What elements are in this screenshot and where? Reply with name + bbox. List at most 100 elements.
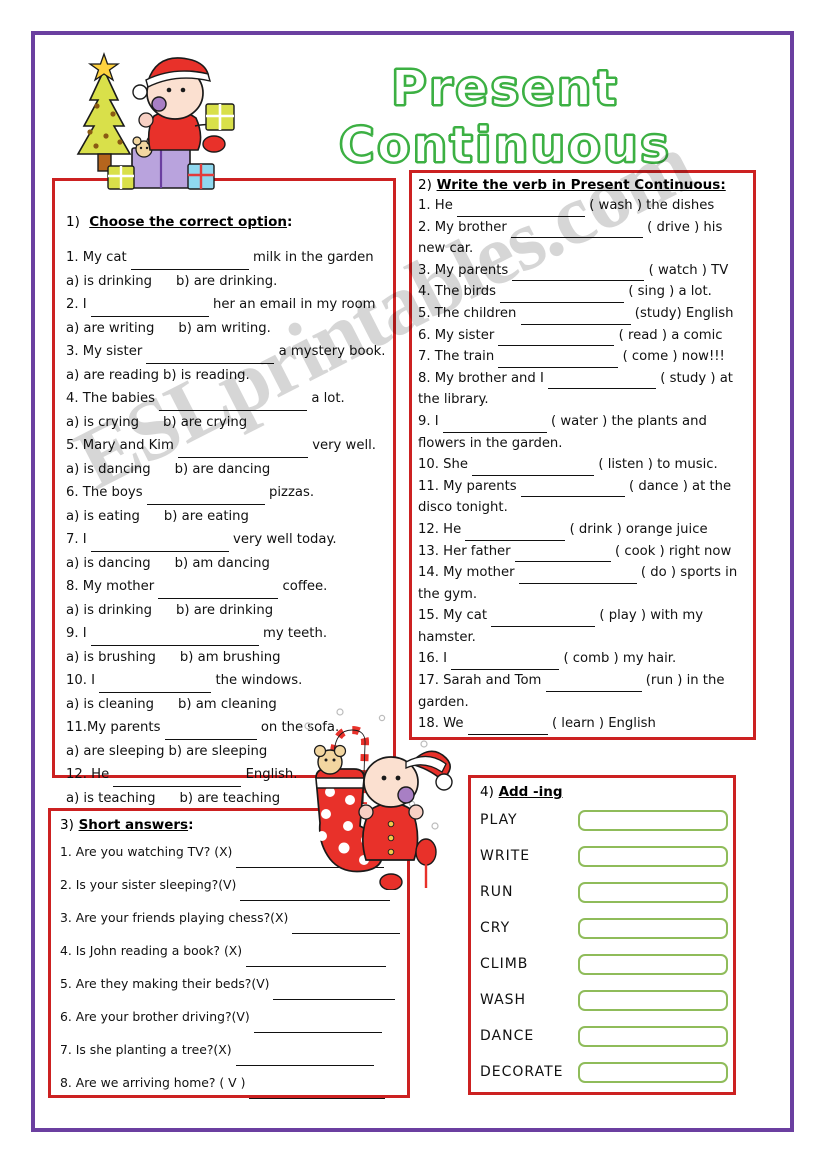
option-a[interactable]: a) are sleeping bbox=[66, 744, 164, 759]
option-b[interactable]: b) are sleeping bbox=[168, 744, 267, 759]
answer-blank[interactable] bbox=[146, 350, 275, 364]
exercise1-question: 5. Mary and Kim very well. bbox=[66, 434, 384, 458]
exercise1-options: a) is crying b) are crying bbox=[66, 411, 384, 435]
question-prefix: 11.My parents bbox=[66, 720, 165, 735]
exercise1-options: a) is dancing b) am dancing bbox=[66, 552, 384, 576]
exercise4-row: DECORATE bbox=[480, 1054, 728, 1090]
exercise3-heading-text: Short answers bbox=[78, 817, 189, 833]
exercise2-question: 4. The birds ( sing ) a lot. bbox=[418, 281, 750, 303]
option-b[interactable]: b) am writing. bbox=[178, 321, 270, 336]
verb-label: WASH bbox=[480, 992, 527, 1008]
verb-hint: ( sing ) a lot. bbox=[624, 284, 712, 300]
answer-blank[interactable] bbox=[520, 311, 631, 325]
answer-blank[interactable] bbox=[246, 954, 387, 967]
answer-blank[interactable] bbox=[467, 721, 548, 735]
answer-blank[interactable] bbox=[249, 1086, 386, 1099]
option-b[interactable]: b) are drinking bbox=[176, 603, 273, 618]
answer-blank[interactable] bbox=[235, 1053, 374, 1066]
verb-answer-box[interactable] bbox=[578, 953, 728, 975]
verb-answer-box[interactable] bbox=[578, 809, 728, 831]
option-b[interactable]: b) are dancing bbox=[175, 462, 271, 477]
option-b[interactable]: b) are drinking. bbox=[176, 274, 277, 289]
option-a[interactable]: a) is drinking bbox=[66, 274, 152, 289]
option-a[interactable]: a) is cleaning bbox=[66, 697, 154, 712]
answer-blank[interactable] bbox=[457, 203, 585, 217]
question-prefix: 3. My parents bbox=[418, 262, 513, 278]
question-prefix: 12. He bbox=[418, 521, 466, 537]
answer-blank[interactable] bbox=[130, 256, 249, 270]
exercise3-question: 4. Is John reading a book? (X) bbox=[60, 934, 400, 967]
verb-answer-box[interactable] bbox=[578, 917, 728, 939]
option-a[interactable]: a) are writing bbox=[66, 321, 154, 336]
question-text: 1. Are you watching TV? (X) bbox=[60, 844, 237, 859]
option-b[interactable]: b) are eating bbox=[164, 509, 249, 524]
answer-blank[interactable] bbox=[164, 726, 257, 740]
page-title: Present Continuous bbox=[338, 59, 672, 175]
answer-blank[interactable] bbox=[520, 484, 625, 498]
answer-blank[interactable] bbox=[442, 419, 547, 433]
exercise1-heading: 1) Choose the correct option: bbox=[66, 214, 384, 230]
exercise3-number: 3) bbox=[60, 817, 74, 833]
option-a[interactable]: a) is crying bbox=[66, 415, 139, 430]
answer-blank[interactable] bbox=[113, 773, 242, 787]
answer-blank[interactable] bbox=[253, 1020, 382, 1033]
question-prefix: 2. My brother bbox=[418, 219, 511, 235]
option-a[interactable]: a) are reading bbox=[66, 368, 159, 383]
exercise2-question: 18. We ( learn ) English bbox=[418, 713, 750, 735]
answer-blank[interactable] bbox=[518, 570, 637, 584]
answer-blank[interactable] bbox=[510, 225, 643, 239]
answer-blank[interactable] bbox=[90, 303, 209, 317]
option-b[interactable]: b) are teaching bbox=[180, 791, 281, 806]
option-a[interactable]: a) is brushing bbox=[66, 650, 156, 665]
answer-blank[interactable] bbox=[99, 679, 212, 693]
answer-blank[interactable] bbox=[158, 585, 279, 599]
answer-blank[interactable] bbox=[472, 462, 595, 476]
option-a[interactable]: a) is eating bbox=[66, 509, 140, 524]
answer-blank[interactable] bbox=[548, 376, 657, 390]
answer-blank[interactable] bbox=[465, 527, 566, 541]
option-a[interactable]: a) is dancing bbox=[66, 556, 151, 571]
answer-blank[interactable] bbox=[178, 444, 309, 458]
answer-blank[interactable] bbox=[90, 632, 259, 646]
answer-blank[interactable] bbox=[491, 613, 596, 627]
question-text: 5. Are they making their beds?(V) bbox=[60, 976, 274, 991]
option-a[interactable]: a) is drinking bbox=[66, 603, 152, 618]
answer-blank[interactable] bbox=[292, 921, 401, 934]
answer-blank[interactable] bbox=[240, 888, 391, 901]
exercise2-question: 1. He ( wash ) the dishes bbox=[418, 195, 750, 217]
exercise1-question: 10. I the windows. bbox=[66, 669, 384, 693]
question-suffix: the windows. bbox=[211, 673, 303, 688]
answer-blank[interactable] bbox=[500, 289, 625, 303]
verb-answer-box[interactable] bbox=[578, 881, 728, 903]
option-b[interactable]: b) are crying bbox=[163, 415, 247, 430]
answer-blank[interactable] bbox=[512, 268, 645, 282]
exercise2-question: 15. My cat ( play ) with my hamster. bbox=[418, 605, 750, 648]
answer-blank[interactable] bbox=[146, 491, 265, 505]
exercise2-content: 2) Write the verb in Present Continuous:… bbox=[418, 177, 750, 735]
answer-blank[interactable] bbox=[90, 538, 229, 552]
verb-answer-box[interactable] bbox=[578, 845, 728, 867]
answer-blank[interactable] bbox=[498, 333, 615, 347]
option-b[interactable]: b) am dancing bbox=[175, 556, 270, 571]
answer-blank[interactable] bbox=[498, 354, 619, 368]
verb-answer-box[interactable] bbox=[578, 1061, 728, 1083]
verb-answer-box[interactable] bbox=[578, 1025, 728, 1047]
option-b[interactable]: b) am brushing bbox=[180, 650, 281, 665]
option-a[interactable]: a) is dancing bbox=[66, 462, 151, 477]
exercise1-options: a) is brushing b) am brushing bbox=[66, 646, 384, 670]
exercise4-row: RUN bbox=[480, 874, 728, 910]
exercise2-question: 7. The train ( come ) now!!! bbox=[418, 346, 750, 368]
answer-blank[interactable] bbox=[159, 397, 308, 411]
option-a[interactable]: a) is teaching bbox=[66, 791, 156, 806]
answer-blank[interactable] bbox=[451, 657, 560, 671]
option-b[interactable]: b) am cleaning bbox=[178, 697, 277, 712]
question-prefix: 8. My mother bbox=[66, 579, 159, 594]
answer-blank[interactable] bbox=[545, 678, 642, 692]
option-b[interactable]: b) is reading. bbox=[163, 368, 250, 383]
exercise1-heading-colon: : bbox=[286, 214, 293, 230]
answer-blank[interactable] bbox=[273, 987, 396, 1000]
verb-label: DECORATE bbox=[480, 1064, 564, 1080]
verb-answer-box[interactable] bbox=[578, 989, 728, 1011]
verb-hint: (study) English bbox=[630, 305, 734, 321]
answer-blank[interactable] bbox=[514, 549, 611, 563]
